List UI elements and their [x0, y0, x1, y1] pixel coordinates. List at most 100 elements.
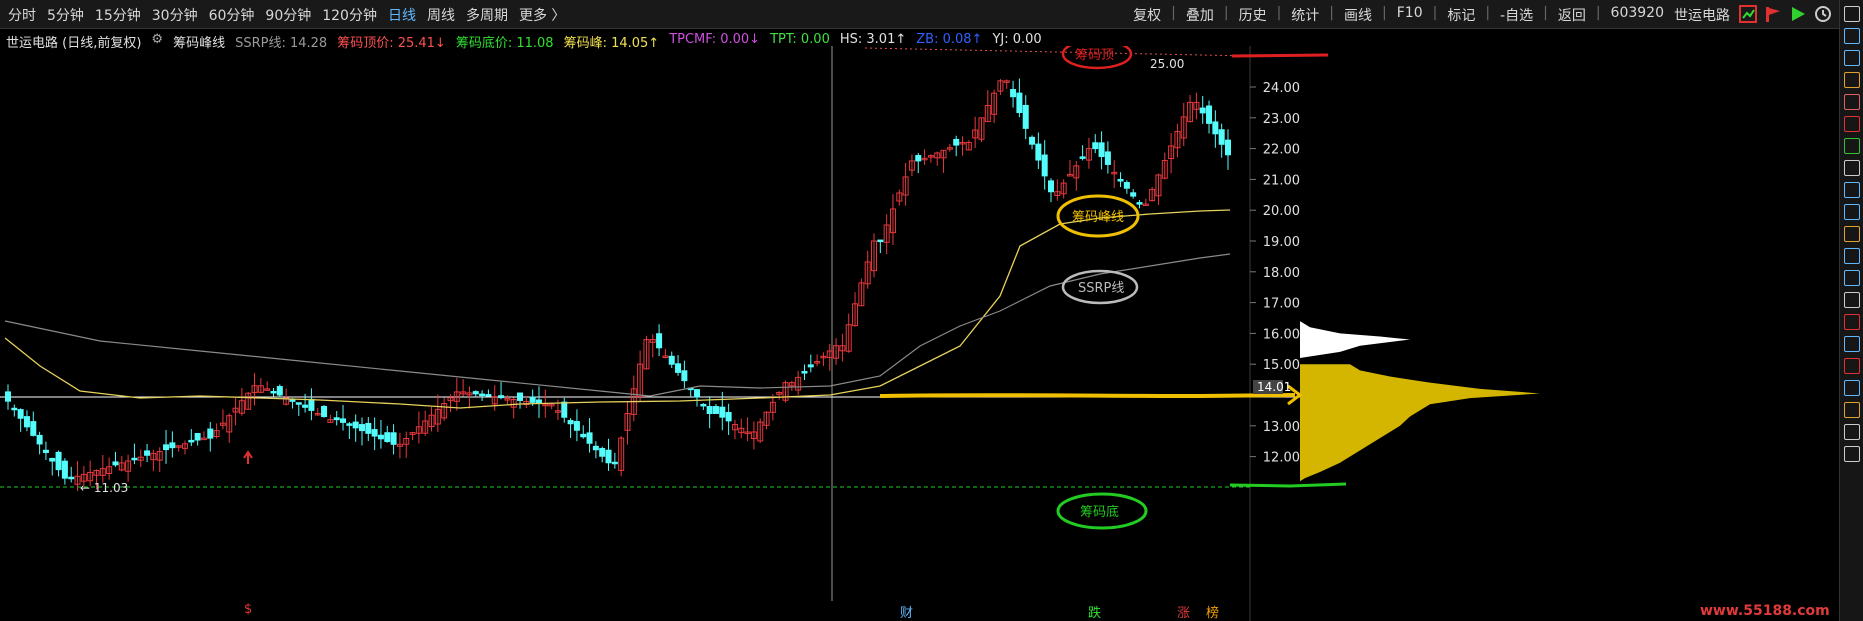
zoom-icon[interactable]: [1843, 6, 1860, 22]
fiz-icon[interactable]: [1843, 248, 1860, 264]
up-arrow-icon[interactable]: [1843, 28, 1860, 44]
flag-icon[interactable]: [1764, 5, 1782, 23]
back-button[interactable]: 返回: [1558, 5, 1586, 25]
kline-icon[interactable]: [1843, 138, 1860, 154]
tick-label: 20.00: [1263, 204, 1300, 219]
period-tabs: 分时 5分钟 15分钟 30分钟 60分钟 90分钟 120分钟 日线 周线 多…: [8, 5, 565, 25]
toolbar-actions: 复权 | 叠加 | 历史 | 统计 | 画线 | F10 | 标记 | -自选 | 返回 | 60…: [1133, 5, 1730, 25]
candle-body: [1092, 142, 1099, 150]
candle-body: [302, 404, 309, 408]
restore-button[interactable]: 复权: [1133, 5, 1161, 25]
marker-rise[interactable]: 涨: [1177, 602, 1190, 621]
tick-label: 21.00: [1263, 173, 1300, 188]
annotation-peak-line: [879, 393, 1296, 399]
candle-body: [573, 421, 580, 431]
tab-15min[interactable]: 15分钟: [95, 5, 141, 25]
tick-label: 15.00: [1263, 358, 1300, 373]
tab-90min[interactable]: 90分钟: [265, 5, 311, 25]
stock-code: 603920: [1610, 5, 1664, 21]
current-price-label: 14.01: [1257, 380, 1291, 394]
marker-drop[interactable]: 跌: [1088, 602, 1101, 621]
red-arrow-icon: [243, 450, 253, 464]
list-icon[interactable]: [1843, 160, 1860, 176]
tab-weekly[interactable]: 周线: [427, 5, 455, 25]
tick-label: 22.00: [1263, 143, 1300, 158]
clock-icon[interactable]: [1814, 5, 1832, 23]
f10-icon[interactable]: [1843, 182, 1860, 198]
dollar-icon[interactable]: [1843, 358, 1860, 374]
wave-icon[interactable]: [1843, 314, 1860, 330]
tick-label: 18.00: [1263, 266, 1300, 281]
annotation-bottom-label: 筹码底: [1080, 504, 1119, 520]
candle-body: [535, 399, 542, 404]
tab-60min[interactable]: 60分钟: [209, 5, 255, 25]
marker-dollar[interactable]: $: [244, 602, 252, 617]
tab-30min[interactable]: 30分钟: [152, 5, 198, 25]
line-icon[interactable]: [1843, 116, 1860, 132]
candle-body: [49, 457, 56, 462]
candle-body: [1035, 143, 1042, 161]
candle-body: [1130, 192, 1137, 197]
candle-body: [42, 449, 49, 453]
profile-upper: [1300, 314, 1410, 365]
candle-body: [1048, 180, 1055, 193]
mark-button[interactable]: 标记: [1447, 5, 1475, 25]
draw-button[interactable]: 画线: [1344, 5, 1372, 25]
fx-icon[interactable]: [1843, 270, 1860, 286]
candle-body: [877, 239, 884, 243]
candle-body: [1117, 178, 1124, 182]
candle-body: [131, 457, 138, 461]
chart-icon[interactable]: [1739, 5, 1757, 23]
candle-body: [1212, 121, 1219, 135]
candle-body: [163, 444, 170, 451]
price-axis: 24.00 23.00 22.00 21.00 20.00 19.00 18.00 17.00…: [1250, 81, 1300, 466]
candle-body: [68, 476, 75, 480]
table-icon[interactable]: [1843, 94, 1860, 110]
pen-icon[interactable]: [1843, 402, 1860, 418]
stats-button[interactable]: 统计: [1291, 5, 1319, 25]
candle-body: [112, 461, 119, 466]
candle-body: [333, 417, 340, 421]
tab-fenshi[interactable]: 分时: [8, 5, 36, 25]
candle-body: [1016, 92, 1023, 114]
history-button[interactable]: 历史: [1239, 5, 1267, 25]
candle-body: [1199, 107, 1206, 114]
candle-body: [289, 399, 296, 402]
down-arrow-icon[interactable]: [1843, 50, 1860, 66]
candle-body: [144, 450, 151, 456]
candle-body: [207, 428, 214, 439]
candle-body: [169, 442, 176, 449]
tab-more[interactable]: 更多 〉: [519, 5, 565, 25]
candle-body: [384, 432, 391, 443]
rsi-icon[interactable]: [1843, 336, 1860, 352]
candle-body: [694, 389, 701, 398]
tab-daily[interactable]: 日线: [388, 5, 416, 25]
candle-body: [529, 396, 536, 403]
candle-body: [371, 429, 378, 437]
tab-120min[interactable]: 120分钟: [322, 5, 377, 25]
play-icon[interactable]: [1789, 5, 1807, 23]
book-icon[interactable]: [1843, 226, 1860, 242]
candle-body: [586, 432, 593, 444]
marker-finance[interactable]: 财: [900, 602, 913, 621]
doc-icon[interactable]: [1843, 204, 1860, 220]
tick-label: 12.00: [1263, 451, 1300, 466]
marker-rank[interactable]: 榜: [1206, 602, 1219, 621]
tab-5min[interactable]: 5分钟: [47, 5, 84, 25]
candle-body: [561, 401, 568, 418]
watchlist-button[interactable]: -自选: [1500, 5, 1533, 25]
star-icon[interactable]: [1843, 292, 1860, 308]
tab-multi[interactable]: 多周期: [466, 5, 508, 25]
overlay-button[interactable]: 叠加: [1186, 5, 1214, 25]
kline-chart[interactable]: 筹码顶 25.00 筹码峰线 SSRP线筹码底 ← 11.03 24.00 23.00 22…: [0, 46, 1840, 621]
move-icon[interactable]: [1843, 380, 1860, 396]
ssrp-line: [4, 253, 1231, 397]
f6-icon[interactable]: [1843, 446, 1860, 462]
candle-body: [472, 391, 479, 395]
f5-icon[interactable]: [1843, 424, 1860, 440]
candle-body: [611, 461, 618, 465]
candle-body: [656, 333, 663, 349]
f10-button[interactable]: F10: [1397, 5, 1423, 25]
grid-icon[interactable]: [1843, 72, 1860, 88]
candle-body: [498, 395, 505, 399]
